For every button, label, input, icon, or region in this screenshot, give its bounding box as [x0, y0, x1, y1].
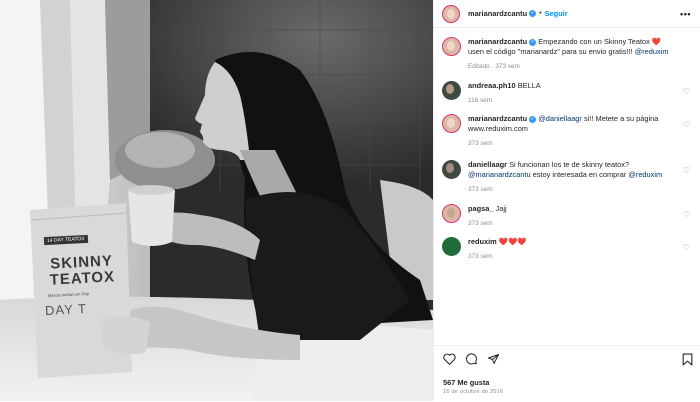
list-item: pagsa_ Jajj 373 sem ♡: [442, 204, 690, 229]
comment-body: andreaa.ph10 BELLA 116 sem: [468, 81, 690, 106]
avatar[interactable]: [442, 81, 461, 100]
comment-body: daniellaagr Si funcionan los te de skinn…: [468, 160, 690, 194]
comment-body: reduxim ❤️❤️❤️ 373 sem: [468, 237, 690, 262]
comment-icon[interactable]: [465, 353, 478, 365]
verified-icon: ✓: [529, 10, 537, 17]
comment-mention[interactable]: @daniellaagr: [538, 114, 582, 123]
post-actions: 567 Me gusta 16 de octubre de 2016: [434, 345, 700, 402]
comment-body: marianardzcantu ✓ @daniellaagr si!! Metet…: [468, 114, 690, 148]
comment-username[interactable]: andreaa.ph10: [468, 81, 516, 90]
like-comment-icon[interactable]: ♡: [683, 120, 690, 129]
action-icons: [443, 353, 500, 365]
list-item: marianardzcantu ✓ @daniellaagr si!! Metet…: [442, 114, 690, 148]
comment-meta: 373 sem: [468, 219, 493, 227]
post-header: marianardzcantu ✓ • Seguir •••: [434, 0, 700, 28]
comment-username[interactable]: marianardzcantu: [468, 114, 527, 123]
like-comment-icon[interactable]: ♡: [683, 243, 690, 252]
comment-text: Jajj: [495, 204, 507, 213]
instagram-post-view: 14 DAY TEATOX SKINNY TEATOX Mezcla herba…: [0, 0, 700, 401]
comment-text: BELLA: [517, 81, 541, 90]
verified-icon: ✓: [529, 115, 537, 123]
avatar[interactable]: [442, 4, 460, 23]
avatar[interactable]: [442, 160, 461, 179]
heart-icon[interactable]: [443, 353, 456, 365]
package-day: DAY T: [44, 300, 88, 319]
avatar[interactable]: [442, 114, 461, 133]
verified-icon: ✓: [529, 38, 537, 46]
heart-emoji: ❤️: [651, 37, 662, 46]
avatar[interactable]: [442, 37, 461, 56]
post-side-panel: marianardzcantu ✓ • Seguir ••• marianard…: [433, 0, 700, 401]
comment-username[interactable]: daniellaagr: [468, 160, 507, 169]
post-photo[interactable]: 14 DAY TEATOX SKINNY TEATOX Mezcla herba…: [0, 0, 433, 401]
comment-body: pagsa_ Jajj 373 sem: [468, 204, 690, 229]
caption-username[interactable]: marianardzcantu: [468, 37, 527, 46]
list-item: andreaa.ph10 BELLA 116 sem ♡: [442, 81, 690, 106]
bookmark-icon[interactable]: [682, 353, 693, 371]
like-comment-icon[interactable]: ♡: [683, 87, 690, 96]
more-options-icon[interactable]: •••: [680, 9, 691, 19]
comment-text-2: estoy interesada en comprar: [532, 169, 627, 179]
photo-illustration: [0, 0, 433, 401]
list-item: reduxim ❤️❤️❤️ 373 sem ♡: [442, 237, 690, 262]
post-date: 16 de octubre de 2016: [443, 389, 504, 395]
caption-text-1: Empezando con un Skinny Teatox: [538, 37, 650, 46]
comment-meta: 373 sem: [468, 185, 493, 193]
caption-meta: Editado · 373 sem: [468, 62, 520, 70]
caption: marianardzcantu ✓ Empezando con un Skinny…: [442, 37, 690, 71]
share-icon[interactable]: [487, 353, 500, 365]
comment-username[interactable]: reduxim: [468, 237, 497, 246]
comment-text: Si funcionan los te de skinny teatox?: [509, 160, 630, 169]
comments-list[interactable]: marianardzcantu ✓ Empezando con un Skinny…: [434, 30, 700, 345]
comment-username[interactable]: pagsa_: [468, 204, 493, 213]
caption-mention[interactable]: @reduxim: [635, 47, 669, 56]
caption-body: marianardzcantu ✓ Empezando con un Skinny…: [468, 37, 690, 71]
avatar[interactable]: [442, 204, 461, 223]
likes-count[interactable]: 567 Me gusta: [443, 378, 489, 387]
like-comment-icon[interactable]: ♡: [683, 210, 690, 219]
header-username[interactable]: marianardzcantu: [468, 9, 527, 18]
comment-mention-2[interactable]: @reduxim: [628, 170, 662, 179]
like-comment-icon[interactable]: ♡: [683, 166, 690, 175]
avatar[interactable]: [442, 237, 461, 256]
separator-dot: •: [539, 10, 542, 17]
caption-text-2: usen el código "marianardz" para su envi…: [468, 46, 633, 56]
package-brand: SKINNY TEATOX: [41, 252, 123, 289]
list-item: daniellaagr Si funcionan los te de skinn…: [442, 160, 690, 194]
comment-meta: 373 sem: [468, 252, 493, 260]
follow-button[interactable]: Seguir: [545, 9, 568, 18]
comment-meta: 373 sem: [468, 139, 493, 147]
comment-meta: 116 sem: [468, 96, 493, 104]
comment-text: ❤️❤️❤️: [498, 237, 527, 246]
comment-mention[interactable]: @marianardzcantu: [468, 170, 531, 179]
